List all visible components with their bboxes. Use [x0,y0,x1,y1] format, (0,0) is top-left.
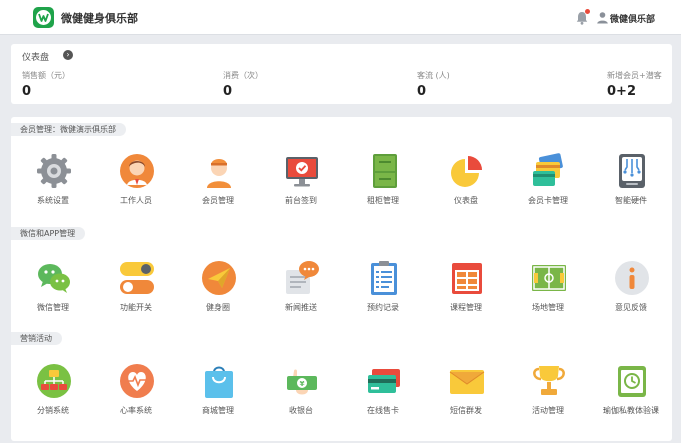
dashboard-title[interactable]: 仪表盘 [22,50,49,63]
calendar-icon [452,263,482,294]
distribution-icon [37,364,71,398]
member-card-icon [533,153,563,186]
staff-icon [120,154,154,188]
paper-plane-icon [202,261,236,295]
tile-label: 微信管理 [37,303,69,312]
tile-label: 新闻推送 [285,303,317,312]
tile-system-settings[interactable]: 系统设置 [18,153,88,219]
tile-staff[interactable]: 工作人员 [101,153,171,219]
stat-value: 0 [223,84,233,99]
tile-wechat-management[interactable]: 微信管理 [18,260,88,326]
locker-icon [373,154,397,188]
stat-label: 消费（次） [223,71,263,80]
tile-label: 在线售卡 [367,406,399,415]
tile-member-card-management[interactable]: 会员卡管理 [513,153,583,219]
yoga-clock-icon [618,366,646,397]
pie-chart-icon [451,156,482,187]
user-icon[interactable] [596,11,609,24]
toggle-icon [120,262,154,294]
tile-label: 智能硬件 [615,196,647,205]
hardware-icon [619,154,645,188]
tile-mall-management[interactable]: 商城管理 [183,363,253,429]
section-member-management: 会员管理：微健演示俱乐部 [11,123,126,136]
tile-sms-broadcast[interactable]: 短信群发 [431,363,501,429]
tile-yoga-trial-class[interactable]: 瑜伽私教体验课 [596,363,666,429]
tile-label: 场地管理 [532,303,564,312]
stat-label: 销售额（元） [22,71,70,80]
svg-text:¥: ¥ [300,380,305,388]
stat-label: 新增会员+潜客 [607,71,662,80]
tile-label: 心率系统 [120,406,152,415]
tile-label: 租柜管理 [367,196,399,205]
tile-label: 仪表盘 [454,196,478,205]
tile-label: 瑜伽私教体验课 [603,406,659,415]
arrow-right-icon[interactable]: › [63,50,73,60]
tile-locker-management[interactable]: 租柜管理 [348,153,418,219]
shopping-bag-icon [205,366,233,398]
tile-distribution-system[interactable]: 分销系统 [18,363,88,429]
tile-booking-records[interactable]: 预约记录 [348,260,418,326]
tile-label: 系统设置 [37,196,69,205]
card-sale-icon [368,369,400,393]
tile-label: 预约记录 [367,303,399,312]
tile-front-desk-checkin[interactable]: 前台签到 [266,153,336,219]
stat-value: 0 [22,84,32,99]
app-logo[interactable] [33,7,54,28]
gear-icon [37,154,71,188]
info-icon [615,261,649,295]
member-icon [207,159,231,188]
tile-cashier[interactable]: ¥ 收银台 [266,363,336,429]
section-wechat-app: 微信和APP管理 [11,227,86,240]
tile-activity-management[interactable]: 活动管理 [513,363,583,429]
news-icon [286,261,319,294]
stat-sales: 销售额（元） 0 [22,70,70,99]
tile-venue-management[interactable]: 场地管理 [513,260,583,326]
notification-dot [585,9,590,14]
stat-traffic: 客流 (人) 0 [417,70,450,99]
tile-label: 工作人员 [120,196,152,205]
tile-dashboard[interactable]: 仪表盘 [431,153,501,219]
tile-label: 健身圈 [206,303,230,312]
modules-card: 会员管理：微健演示俱乐部 系统设置 工作人员 会员管理 前台签到 租柜管理 仪表… [11,117,672,441]
clipboard-icon [371,261,397,295]
tile-news-push[interactable]: 新闻推送 [266,260,336,326]
tile-label: 会员管理 [202,196,234,205]
top-bar: 微健健身俱乐部 微健俱乐部 [0,0,681,35]
field-icon [532,265,566,291]
stat-consumption: 消费（次） 0 [223,70,263,99]
user-name[interactable]: 微健俱乐部 [610,12,655,25]
tile-feedback[interactable]: 意见反馈 [596,260,666,326]
tile-label: 分销系统 [37,406,69,415]
stat-new-members: 新增会员+潜客 0+2 [607,70,662,99]
heart-rate-icon [120,364,154,398]
tile-label: 意见反馈 [615,303,647,312]
tile-label: 活动管理 [532,406,564,415]
envelope-icon [449,370,485,394]
checkin-monitor-icon [286,157,318,187]
tile-label: 前台签到 [285,196,317,205]
tile-course-management[interactable]: 课程管理 [431,260,501,326]
tile-label: 课程管理 [450,303,482,312]
trophy-icon [533,366,565,395]
stat-value: 0+2 [607,84,636,99]
logo-icon [36,10,51,25]
tile-label: 功能开关 [120,303,152,312]
tile-online-card-sale[interactable]: 在线售卡 [348,363,418,429]
dashboard-card: 仪表盘 › 销售额（元） 0 消费（次） 0 客流 (人) 0 新增会员+潜客 … [11,44,672,104]
tile-smart-hardware[interactable]: 智能硬件 [596,153,666,219]
tile-label: 收银台 [289,406,313,415]
tile-fitness-circle[interactable]: 健身圈 [183,260,253,326]
tile-member-management[interactable]: 会员管理 [183,153,253,219]
tile-label: 会员卡管理 [528,196,568,205]
tile-label: 商城管理 [202,406,234,415]
cashier-icon: ¥ [287,369,317,395]
tile-feature-toggles[interactable]: 功能开关 [101,260,171,326]
tile-label: 短信群发 [450,406,482,415]
tile-heart-rate-system[interactable]: 心率系统 [101,363,171,429]
app-name: 微健健身俱乐部 [61,12,138,25]
stat-value: 0 [417,84,427,99]
wechat-icon [38,264,70,293]
section-marketing: 营销活动 [11,332,62,345]
stat-label: 客流 (人) [417,71,450,80]
